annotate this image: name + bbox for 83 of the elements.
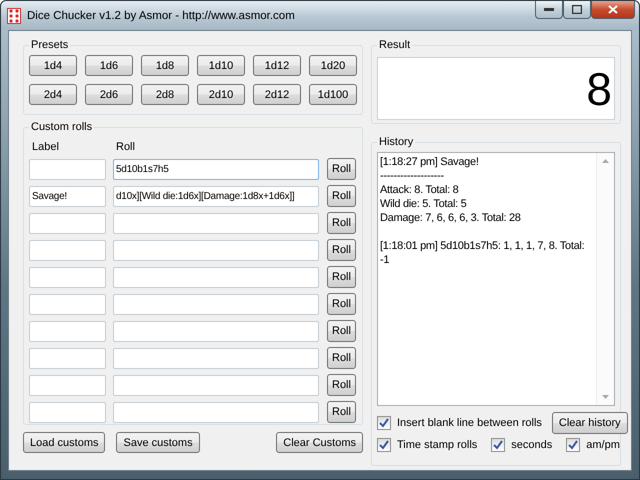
roll-field[interactable] xyxy=(113,212,319,234)
group-label: History xyxy=(378,136,414,148)
roll-field[interactable] xyxy=(113,320,319,342)
preset-button[interactable]: 1d4 xyxy=(29,55,77,76)
history-line: [1:18:27 pm] Savage! xyxy=(380,156,480,170)
checkbox[interactable] xyxy=(377,416,391,430)
label-field[interactable] xyxy=(29,320,106,342)
minimize-button[interactable] xyxy=(535,1,563,19)
history-line: Attack: 8. Total: 8 xyxy=(380,184,460,198)
history-line: [1:18:01 pm] 5d10b1s7h5: 1, 1, 1, 7, 8. Total: xyxy=(380,240,586,254)
dice-icon xyxy=(7,8,21,24)
window-title: Dice Chucker v1.2 by Asmor - http://www.asmor.com xyxy=(27,10,296,22)
label-field[interactable] xyxy=(29,402,106,422)
close-icon xyxy=(608,5,618,14)
roll-button[interactable]: Roll xyxy=(327,320,356,342)
roll-button[interactable]: Roll xyxy=(327,239,356,261)
roll-button[interactable]: Roll xyxy=(327,158,356,180)
label-field[interactable] xyxy=(29,374,106,396)
preset-button[interactable]: 1d10 xyxy=(197,55,245,76)
preset-button[interactable]: 1d8 xyxy=(141,55,189,76)
preset-button[interactable]: 1d12 xyxy=(253,55,301,76)
checkbox-label: Time stamp rolls xyxy=(397,439,478,451)
checkbox-label: am/pm xyxy=(586,439,620,451)
preset-button[interactable]: 2d4 xyxy=(29,84,77,105)
scroll-up-icon[interactable] xyxy=(602,159,609,163)
preset-button[interactable]: 1d100 xyxy=(309,84,357,105)
checkmark-icon xyxy=(493,440,504,450)
history-line: Damage: 7, 6, 6, 6, 3. Total: 28 xyxy=(380,212,522,226)
column-label: Roll xyxy=(116,141,136,153)
roll-field[interactable]: d10x][Wild die:1d6x][Damage:1d8x+1d6x]] xyxy=(113,186,319,206)
roll-field[interactable] xyxy=(113,374,319,396)
roll-field[interactable]: 5d10b1s7h5 xyxy=(113,158,319,180)
roll-field[interactable] xyxy=(113,240,319,260)
column-label: Label xyxy=(32,141,60,153)
label-field[interactable] xyxy=(29,158,106,180)
roll-field[interactable] xyxy=(113,294,319,314)
label-field[interactable] xyxy=(29,212,106,234)
roll-field[interactable] xyxy=(113,266,319,288)
custom-action-button[interactable]: Load customs xyxy=(23,432,106,453)
group-label: Result xyxy=(378,39,412,51)
roll-button[interactable]: Roll xyxy=(327,293,356,315)
roll-button[interactable]: Roll xyxy=(327,401,356,423)
roll-button[interactable]: Roll xyxy=(327,374,356,396)
history-line: Wild die: 5. Total: 5 xyxy=(380,198,468,212)
preset-button[interactable]: 2d12 xyxy=(253,84,301,105)
checkbox-label: seconds xyxy=(511,439,552,451)
preset-button[interactable]: 1d20 xyxy=(309,55,357,76)
minimize-icon xyxy=(544,8,554,12)
roll-field[interactable] xyxy=(113,348,319,368)
checkbox[interactable] xyxy=(377,438,391,452)
result-display: 8 xyxy=(377,57,615,120)
roll-button[interactable]: Roll xyxy=(327,266,356,288)
close-button[interactable] xyxy=(591,1,635,19)
roll-button[interactable]: Roll xyxy=(327,212,356,234)
history-textarea[interactable]: [1:18:27 pm] Savage! ------------------- Attack: 8. Total: 8 Wild die: 5. Total: 5 Damage: 7, 6, 6, 6, 3. Total: 28 [1:18:01 pm] 5d10b1s7h5: 1, 1, 1, 7, 8. Total: -1 xyxy=(377,152,615,406)
group-label: Custom rolls xyxy=(30,121,94,133)
checkmark-icon xyxy=(379,440,389,450)
checkbox[interactable] xyxy=(491,438,506,452)
clear-history-button[interactable]: Clear history xyxy=(552,412,628,434)
checkmark-icon xyxy=(379,418,389,428)
history-line: ------------------- xyxy=(380,170,445,184)
roll-button[interactable]: Roll xyxy=(327,185,356,207)
preset-button[interactable]: 1d6 xyxy=(85,55,133,76)
label-field[interactable] xyxy=(29,348,106,368)
history-line: -1 xyxy=(380,254,390,268)
checkmark-icon xyxy=(568,440,578,450)
roll-button[interactable]: Roll xyxy=(327,347,356,369)
maximize-icon xyxy=(572,5,582,14)
custom-action-button[interactable]: Save customs xyxy=(116,432,200,453)
preset-button[interactable]: 2d10 xyxy=(197,84,245,105)
label-field[interactable] xyxy=(29,266,106,288)
custom-action-button[interactable]: Clear Customs xyxy=(276,432,363,453)
preset-button[interactable]: 2d8 xyxy=(141,84,189,105)
roll-field[interactable] xyxy=(113,402,319,422)
label-field[interactable]: Savage! xyxy=(29,186,106,206)
label-field[interactable] xyxy=(29,294,106,314)
scroll-down-icon[interactable] xyxy=(602,395,609,399)
label-field[interactable] xyxy=(29,240,106,260)
group-label: Presets xyxy=(30,39,70,51)
preset-button[interactable]: 2d6 xyxy=(85,84,133,105)
checkbox[interactable] xyxy=(566,438,580,452)
maximize-button[interactable] xyxy=(563,1,591,19)
checkbox-label: Insert blank line between rolls xyxy=(397,417,542,429)
